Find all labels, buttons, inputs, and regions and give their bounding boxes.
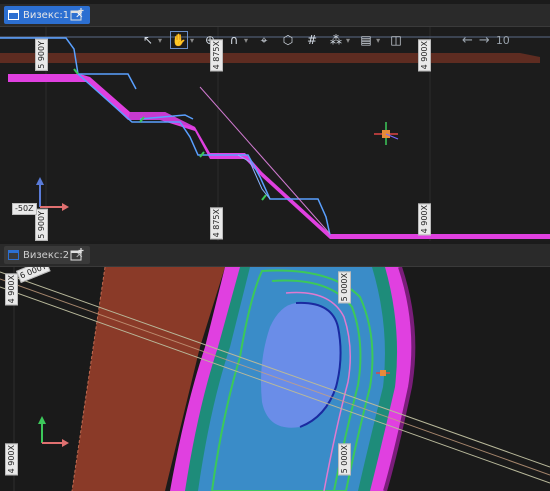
viewport2-tabbar: Визекс:2 ✕ [0,244,550,267]
plan-view-drawing [0,267,550,491]
step-value: 10 [495,34,510,47]
crosshair-icon[interactable]: ⌖ [256,32,272,48]
select-cursor-icon[interactable]: ↖ [140,32,156,48]
z-coordinate-label: -50Z [12,203,37,215]
section-view-drawing [0,27,550,241]
footsteps-icon[interactable]: ⁂ [328,32,344,48]
grid-icon[interactable]: # [304,32,320,48]
viewport-icon [8,10,19,20]
magnet-snap-icon[interactable]: ∩ [226,32,242,48]
coordinate-axes-icon [36,177,69,211]
new-viewport-icon[interactable] [70,8,84,21]
redo-arrow-icon[interactable]: → [479,33,490,48]
viewport1-canvas[interactable]: ↖▾ ✋▾ ⊕ ∩▾ ⌖ ⬡ # ⁂▾ ▤▾ ◫ ← → 10 5 900Y 5… [0,27,550,241]
viewport2-canvas[interactable]: 4 900X 6 000Y 4 900X 5 000X 5 000X [0,267,550,491]
y-coordinate-label: 5 900Y [35,209,48,241]
x-coordinate-label: 5 000X [338,443,351,476]
view-toolbar: ↖▾ ✋▾ ⊕ ∩▾ ⌖ ⬡ # ⁂▾ ▤▾ ◫ [140,30,404,50]
y-coordinate-label: 5 900Y [35,39,48,71]
layers-icon[interactable]: ▤ [358,32,374,48]
cube-view-icon[interactable]: ⬡ [280,32,296,48]
x-coordinate-label: 4 875X [210,39,223,72]
coordinate-axes-icon [38,416,69,447]
tab-label: Визекс:2 [23,249,70,261]
x-coordinate-label: 4 900X [418,203,431,236]
tab-label: Визекс:1 [23,9,70,21]
x-coordinate-label: 4 900X [5,443,18,476]
viewport1-tabbar: Визекс:1 ✕ [0,4,550,27]
undo-arrow-icon[interactable]: ← [462,33,473,48]
x-coordinate-label: 4 875X [210,207,223,240]
pan-hand-icon[interactable]: ✋ [170,31,189,49]
x-coordinate-label: 4 900X [418,39,431,72]
x-coordinate-label: 4 900X [5,273,18,306]
x-coordinate-label: 5 000X [338,271,351,304]
viewport-icon [8,250,19,260]
section-book-icon[interactable]: ◫ [388,32,404,48]
axis-gizmo-icon [374,122,399,145]
new-viewport-icon[interactable] [70,248,84,261]
